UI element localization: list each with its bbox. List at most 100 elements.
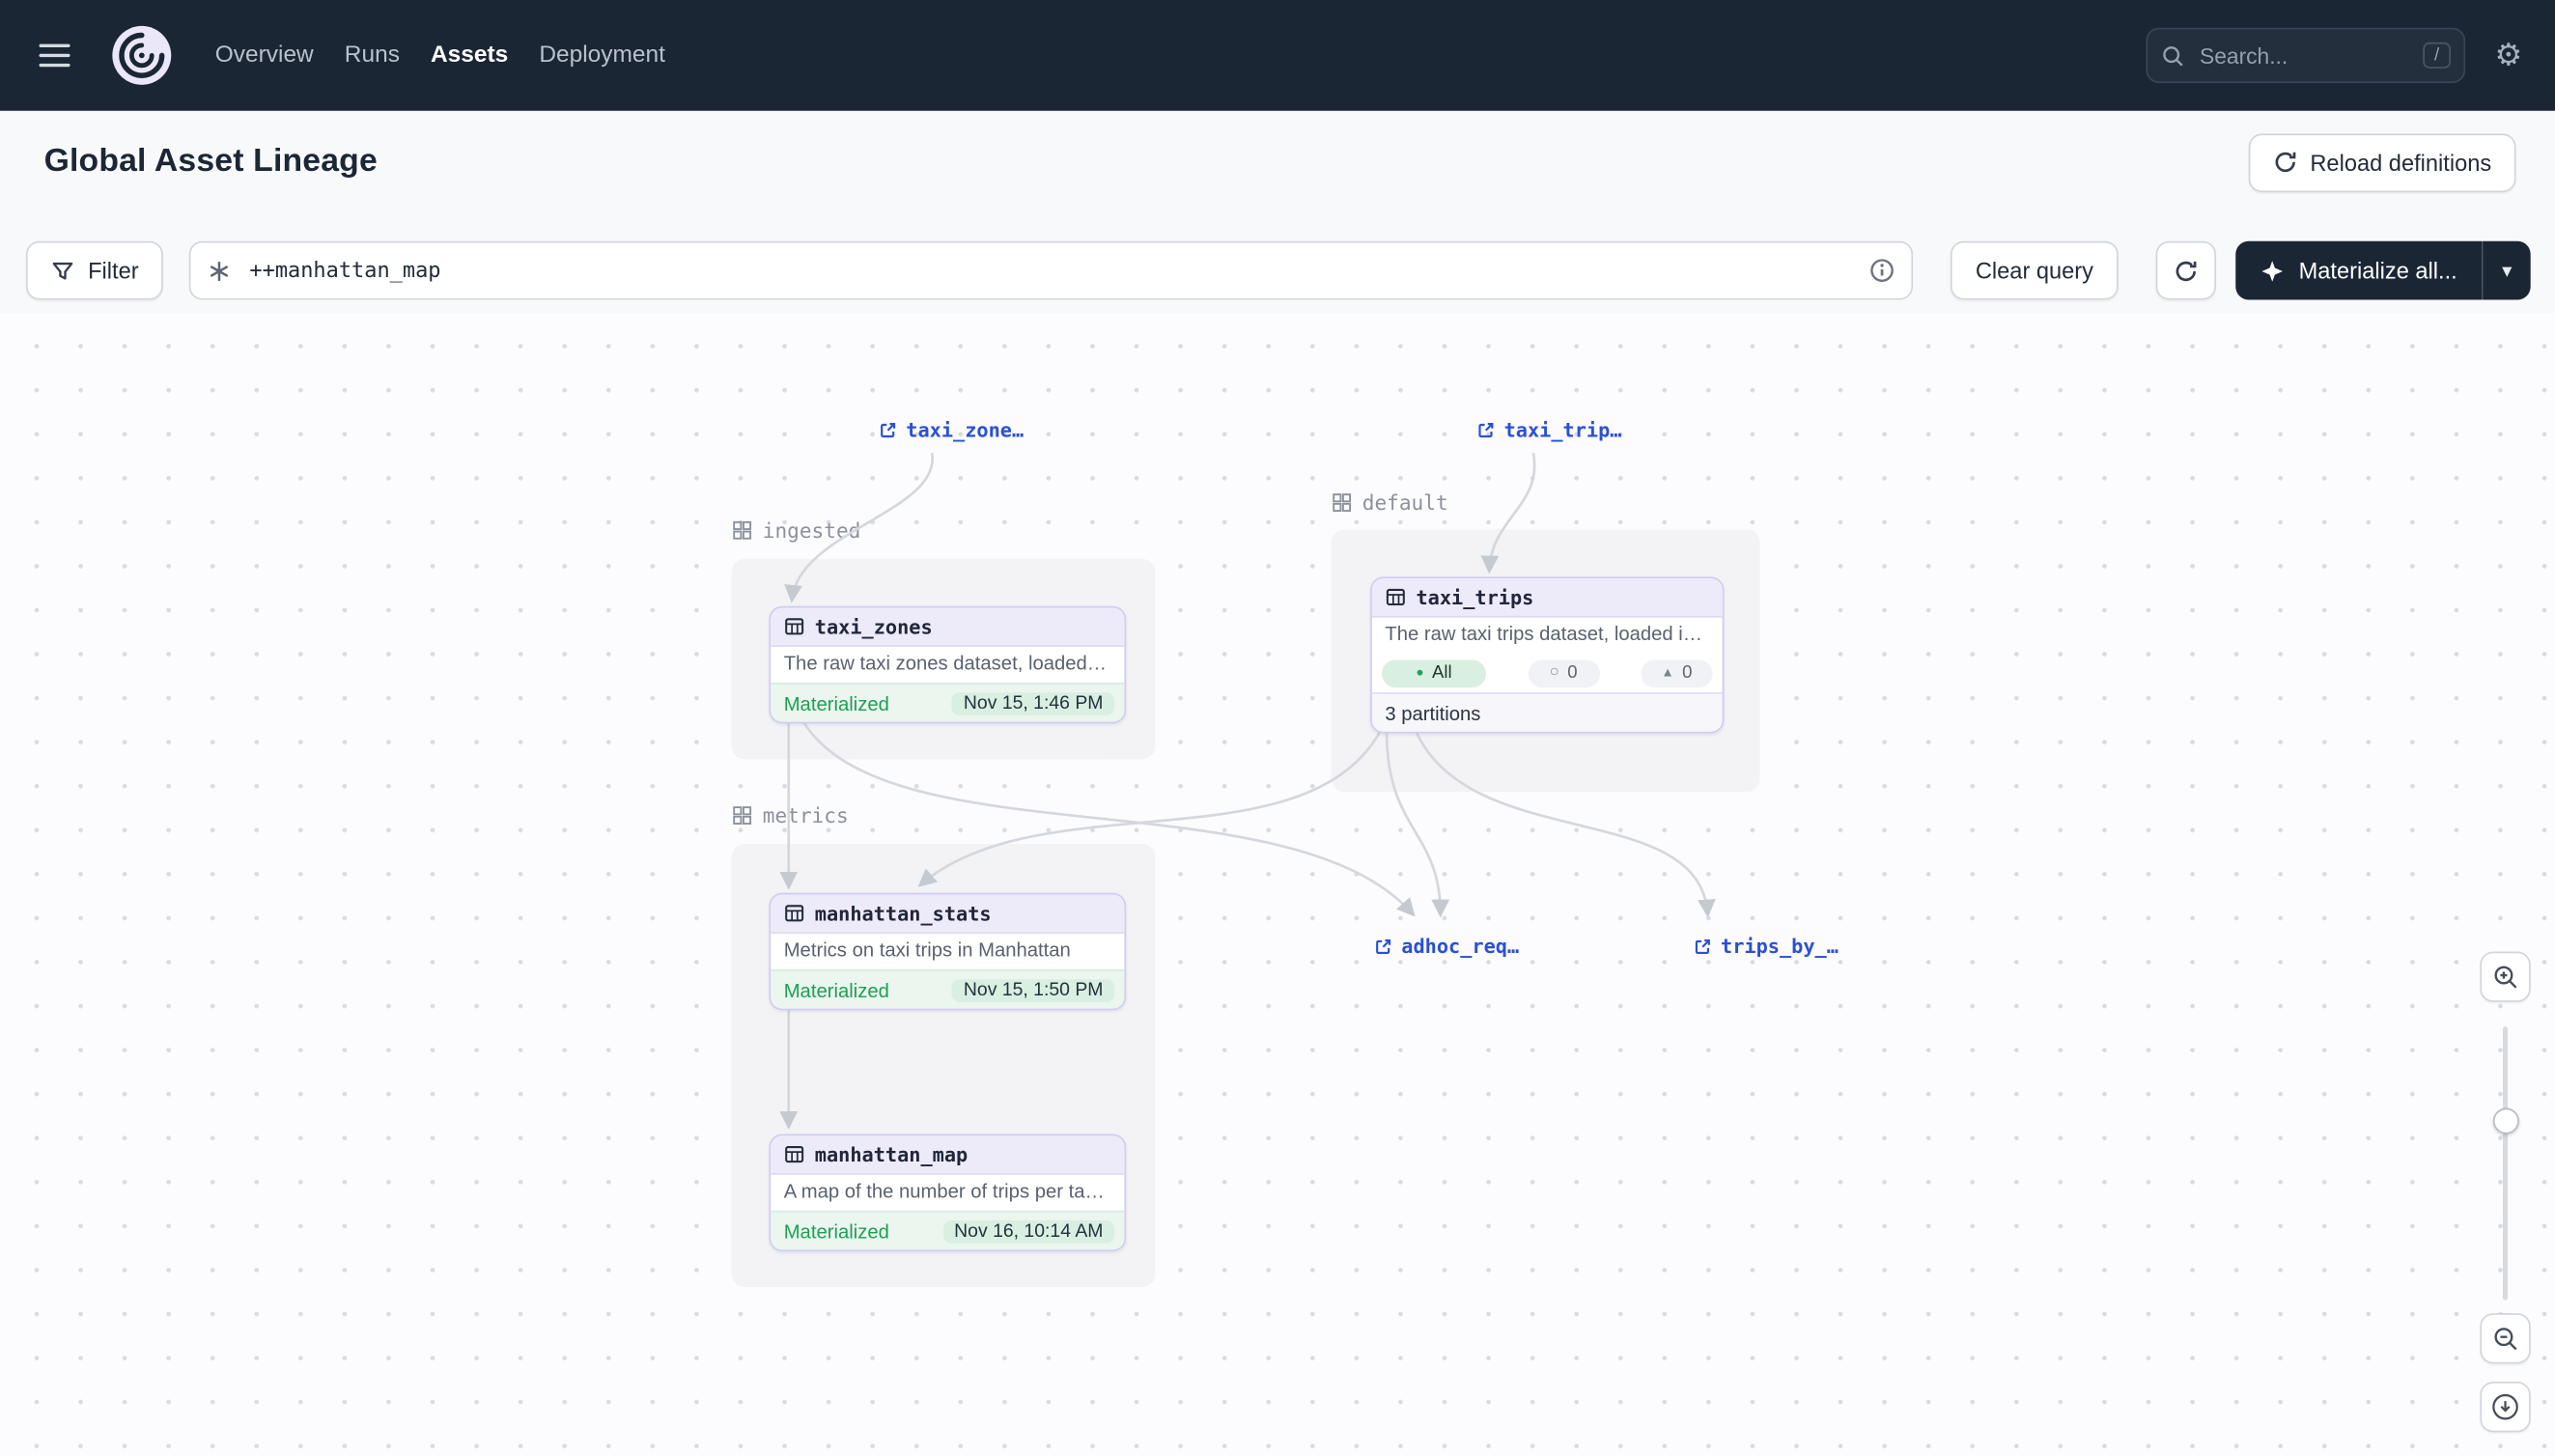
partition-chip-all[interactable]: ● All [1382,659,1486,687]
group-name: metrics [763,803,849,827]
table-icon [784,903,805,924]
search-box[interactable]: / [2146,28,2465,83]
gear-icon: ⚙ [2494,39,2522,72]
status-badge: Materialized [784,1219,889,1243]
materialize-options-button[interactable]: ▾ [2482,241,2531,300]
external-asset-taxi_zones_file[interactable]: taxi_zone… [879,419,1025,442]
search-icon [2161,43,2185,68]
clear-query-label: Clear query [1976,258,2093,284]
table-icon [784,1144,805,1165]
refresh-icon [2273,150,2297,174]
sparkle-icon [2260,258,2284,282]
refresh-graph-button[interactable] [2155,241,2215,300]
partition-chip-count: 0 [1567,663,1577,683]
group-label-metrics[interactable]: metrics [732,803,849,827]
app: Overview Runs Assets Deployment / ⚙ Glob… [0,0,2555,1456]
reload-definitions-button[interactable]: Reload definitions [2248,133,2515,192]
external-asset-label: trips_by_… [1721,936,1839,959]
menu-button[interactable] [40,36,79,75]
lineage-canvas[interactable]: ingested default metrics [0,313,2555,1456]
top-nav: Overview Runs Assets Deployment / ⚙ [0,0,2555,111]
filter-button[interactable]: Filter [26,241,163,300]
refresh-icon [2174,258,2198,282]
partition-chip-failed[interactable]: ▲ 0 [1641,659,1712,687]
group-grid-icon [732,519,753,541]
nav-item-overview[interactable]: Overview [215,36,314,75]
external-link-icon [1476,420,1496,439]
group-grid-icon [732,805,753,826]
materialization-timestamp: Nov 15, 1:46 PM [952,691,1114,714]
circle-outline-icon: ○ [1550,665,1559,682]
partition-status-row: ● All ○ 0 ▲ 0 [1372,654,1723,693]
dagster-logo-icon[interactable] [111,24,173,86]
nav-item-runs[interactable]: Runs [345,36,400,75]
zoom-in-icon [2491,963,2519,991]
asset-description: A map of the number of trips per taxi z… [771,1175,1124,1211]
asset-node-manhattan_stats[interactable]: manhattan_stats Metrics on taxi trips in… [770,893,1127,1011]
asset-name: taxi_zones [815,615,933,638]
group-name: default [1362,490,1448,515]
partition-chip-missing[interactable]: ○ 0 [1528,659,1599,687]
materialization-timestamp: Nov 16, 10:14 AM [942,1219,1114,1243]
asset-name: manhattan_map [815,1143,968,1166]
zoom-out-icon [2491,1325,2519,1353]
external-asset-taxi_trips_file[interactable]: taxi_trip… [1476,419,1622,442]
asset-node-taxi_zones[interactable]: taxi_zones The raw taxi zones dataset, l… [770,606,1127,724]
status-badge: Materialized [784,691,889,714]
partitions-footer-label: 3 partitions [1385,701,1480,724]
lineage-toolbar: Filter Clear query Materialize all [0,213,2555,313]
page: Overview Runs Assets Deployment / ⚙ Glob… [0,0,2555,1456]
zoom-slider-thumb[interactable] [2493,1108,2519,1134]
asset-selection-input[interactable] [246,257,1855,285]
materialize-all-label: Materialize all... [2299,258,2457,284]
reload-definitions-label: Reload definitions [2310,149,2491,175]
asset-node-header: taxi_trips [1372,578,1723,618]
asset-description: The raw taxi zones dataset, loaded int… [771,647,1124,683]
nav-item-assets[interactable]: Assets [431,36,508,75]
search-shortcut-badge: / [2423,42,2451,69]
asset-selection-box [189,241,1914,300]
asset-node-manhattan_map[interactable]: manhattan_map A map of the number of tri… [770,1134,1127,1252]
external-asset-trips_by_week[interactable]: trips_by_… [1693,936,1839,959]
materialize-all-button[interactable]: Materialize all... [2235,241,2482,300]
partitions-footer[interactable]: 3 partitions [1372,692,1723,732]
search-input[interactable] [2197,42,2412,70]
page-title: Global Asset Lineage [44,144,378,182]
chevron-down-icon: ▾ [2502,259,2512,282]
asset-name: manhattan_stats [815,902,992,925]
external-link-icon [1693,937,1712,956]
zoom-slider[interactable] [2503,1026,2508,1301]
external-link-icon [1374,937,1393,956]
info-icon[interactable] [1869,258,1895,284]
nav-item-deployment[interactable]: Deployment [539,36,665,75]
group-label-ingested[interactable]: ingested [732,518,861,543]
asset-status-row: Materialized Nov 15, 1:46 PM [771,683,1124,722]
recenter-button[interactable] [2480,1382,2530,1432]
asset-name: taxi_trips [1416,586,1533,609]
table-icon [1385,587,1406,608]
external-link-icon [879,420,898,439]
lineage-edges [0,313,2555,1456]
external-asset-adhoc_request[interactable]: adhoc_req… [1374,936,1520,959]
nav-right: / ⚙ [2146,28,2525,83]
asset-description: Metrics on taxi trips in Manhattan [771,934,1124,969]
settings-button[interactable]: ⚙ [2491,37,2526,74]
asset-status-row: Materialized Nov 16, 10:14 AM [771,1211,1124,1250]
zoom-out-button[interactable] [2480,1313,2530,1363]
filter-icon [50,258,74,282]
selection-syntax-icon [208,258,232,282]
clear-query-button[interactable]: Clear query [1951,241,2119,300]
asset-node-header: manhattan_map [771,1135,1124,1175]
hamburger-icon [40,44,79,47]
status-badge: Materialized [784,978,889,1001]
group-name: ingested [763,518,861,543]
zoom-in-button[interactable] [2480,952,2530,1002]
external-asset-label: adhoc_req… [1401,936,1519,959]
materialization-timestamp: Nov 15, 1:50 PM [952,978,1114,1001]
filter-label: Filter [88,258,139,284]
dot-icon: ● [1416,666,1423,680]
external-asset-label: taxi_trip… [1504,419,1622,442]
external-asset-label: taxi_zone… [906,419,1024,442]
group-label-default[interactable]: default [1332,490,1448,515]
asset-node-taxi_trips[interactable]: taxi_trips The raw taxi trips dataset, l… [1370,576,1724,733]
